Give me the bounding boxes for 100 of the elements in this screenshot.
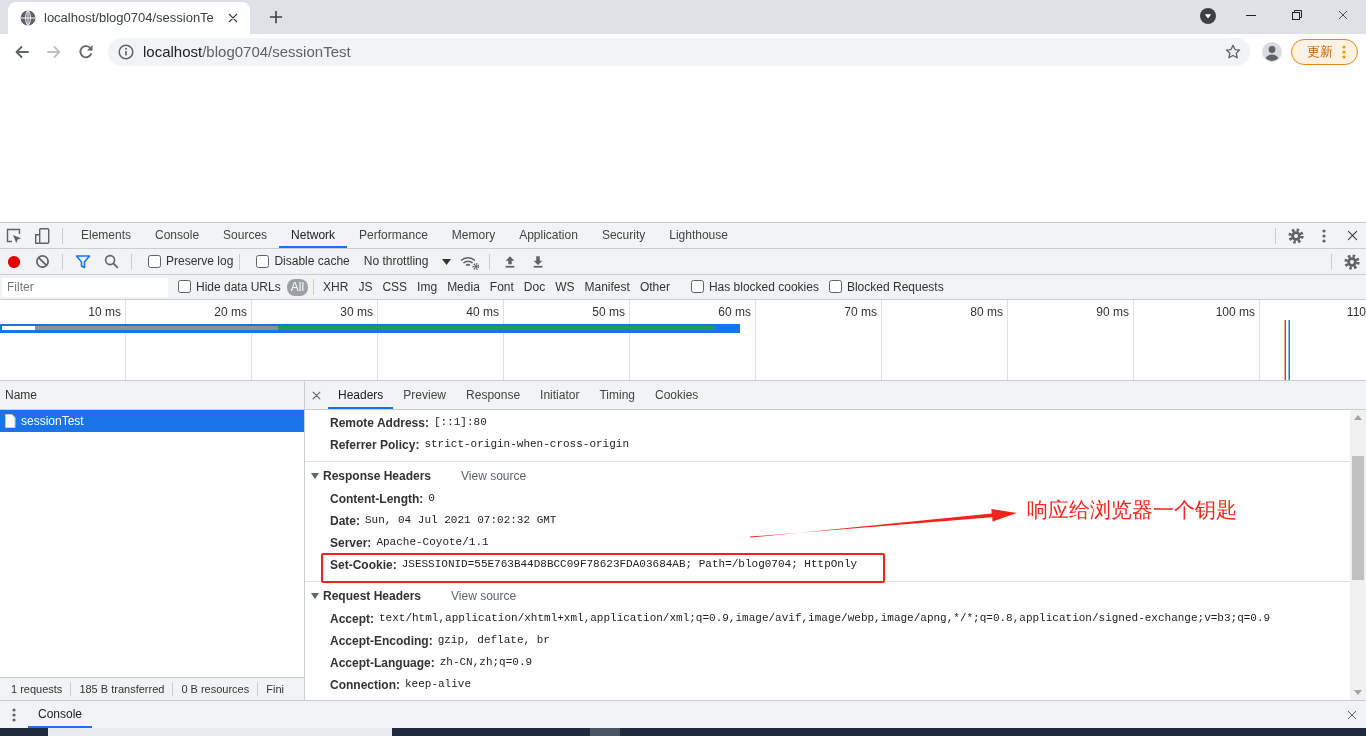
tick-label: 40 ms xyxy=(466,305,499,319)
checkbox[interactable] xyxy=(690,280,704,294)
header-name: Referrer Policy: xyxy=(330,437,420,453)
header-name: Accept-Language: xyxy=(330,655,435,671)
reload-icon[interactable] xyxy=(78,44,94,60)
panel-tab[interactable]: Console xyxy=(143,223,212,248)
annotation-text: 响应给浏览器一个钥匙 xyxy=(1027,497,1237,523)
panel-tab[interactable]: Application xyxy=(507,223,590,248)
device-icon[interactable] xyxy=(34,227,50,244)
type-filter[interactable]: Doc xyxy=(519,278,550,296)
header-name: Accept-Encoding: xyxy=(330,633,433,649)
throttling-select[interactable]: No throttling xyxy=(359,249,456,274)
header-name: Connection: xyxy=(330,677,400,693)
domcontent-marker-line xyxy=(1288,320,1290,380)
tab-search-icon[interactable] xyxy=(1200,8,1216,24)
info-icon[interactable] xyxy=(118,44,134,60)
close-icon[interactable] xyxy=(312,390,321,400)
request-row[interactable]: sessionTest xyxy=(0,410,304,432)
header-name: Date: xyxy=(330,513,360,529)
checkbox-label: Hide data URLs xyxy=(196,279,281,295)
header-value: text/html,application/xhtml+xml,application/xml;q=0.9,image/avif,image/webp,image/apng,*/*;q=0.8,application/signed-exchange;v=b3;q=0.9 xyxy=(379,612,1271,626)
close-icon[interactable] xyxy=(1347,709,1357,720)
detail-tab[interactable]: Cookies xyxy=(645,381,709,409)
status-text: 0 B resources xyxy=(172,682,258,696)
type-filter[interactable]: Manifest xyxy=(580,278,634,296)
url-text: localhost/blog0704/sessionTest xyxy=(143,43,351,61)
caret-icon xyxy=(442,258,452,265)
type-filter[interactable]: WS xyxy=(551,278,579,296)
panel-tab[interactable]: Performance xyxy=(347,223,440,248)
checkbox-label: Blocked Requests xyxy=(846,279,944,295)
checkbox[interactable] xyxy=(148,255,161,268)
header-name: Server: xyxy=(330,535,372,551)
profile-icon[interactable] xyxy=(1262,42,1282,62)
header-name: Content-Length: xyxy=(330,491,424,507)
inspect-icon[interactable] xyxy=(6,227,22,244)
view-source-link[interactable]: View source xyxy=(461,468,527,484)
tick-label: 90 ms xyxy=(1096,305,1129,319)
type-filter[interactable]: Media xyxy=(443,278,484,296)
panel-tab[interactable]: Security xyxy=(589,223,658,248)
panel-tab[interactable]: Elements xyxy=(69,223,144,248)
settings-icon[interactable] xyxy=(1288,227,1304,244)
scrollbar-thumb[interactable] xyxy=(1352,456,1364,580)
status-text: 185 B transferred xyxy=(70,682,173,696)
detail-tab[interactable]: Timing xyxy=(589,381,645,409)
filter-icon[interactable] xyxy=(75,253,91,270)
checkbox[interactable] xyxy=(828,280,842,294)
panel-tab[interactable]: Lighthouse xyxy=(657,223,740,248)
kebab-icon[interactable] xyxy=(1322,228,1326,243)
panel-tab[interactable]: Memory xyxy=(439,223,508,248)
section-title[interactable]: Request Headers xyxy=(311,588,422,604)
close-icon[interactable] xyxy=(228,13,238,23)
type-filter[interactable]: XHR xyxy=(319,278,353,296)
status-text: Fini xyxy=(257,682,292,696)
search-icon[interactable] xyxy=(103,254,119,269)
detail-tab[interactable]: Response xyxy=(456,381,531,409)
header-value: [::1]:80 xyxy=(433,416,487,430)
type-filter[interactable]: Img xyxy=(413,278,442,296)
column-header[interactable]: Name xyxy=(0,381,304,410)
type-filter[interactable]: JS xyxy=(354,278,377,296)
header-name: Accept: xyxy=(330,611,374,627)
detail-tab[interactable]: Initiator xyxy=(530,381,590,409)
close-icon[interactable] xyxy=(1338,10,1348,20)
scrollbar[interactable] xyxy=(1350,410,1366,700)
panel-tab[interactable]: Sources xyxy=(211,223,280,248)
filter-field[interactable]: Filter xyxy=(2,277,168,297)
address-bar[interactable]: localhost/blog0704/sessionTest xyxy=(108,38,1250,66)
type-filter[interactable]: CSS xyxy=(378,278,412,296)
new-tab-icon[interactable] xyxy=(269,10,283,24)
checkbox-label: Preserve log xyxy=(166,254,234,269)
record-icon[interactable] xyxy=(7,254,21,269)
type-filter[interactable]: Font xyxy=(485,278,518,296)
detail-tab[interactable]: Preview xyxy=(393,381,457,409)
view-source-link[interactable]: View source xyxy=(451,588,517,604)
tick-label: 80 ms xyxy=(970,305,1003,319)
header-value: Apache-Coyote/1.1 xyxy=(376,536,489,550)
browser-tab[interactable]: localhost/blog0704/sessionTe xyxy=(8,2,250,34)
load-marker-line xyxy=(1284,320,1286,380)
close-icon[interactable] xyxy=(1346,230,1358,241)
checkbox[interactable] xyxy=(178,280,191,294)
checkbox-label: Has blocked cookies xyxy=(708,279,819,295)
header-value: gzip, deflate, br xyxy=(437,634,550,648)
update-button[interactable]: 更新 xyxy=(1291,39,1358,65)
clear-icon[interactable] xyxy=(34,254,50,269)
checkbox[interactable] xyxy=(256,255,270,268)
settings-icon[interactable] xyxy=(1344,253,1360,270)
header-value: Sun, 04 Jul 2021 07:02:32 GMT xyxy=(365,514,557,528)
section-title[interactable]: Response Headers xyxy=(311,468,432,484)
globe-icon xyxy=(20,10,36,26)
header-value: zh-CN,zh;q=0.9 xyxy=(439,656,533,670)
kebab-icon[interactable] xyxy=(12,707,16,722)
tick-label: 60 ms xyxy=(718,305,751,319)
header-value: strict-origin-when-cross-origin xyxy=(424,438,629,452)
star-icon[interactable] xyxy=(1225,44,1241,60)
header-value: 0 xyxy=(428,492,435,506)
type-filter[interactable]: Other xyxy=(635,278,674,296)
tick-label: 30 ms xyxy=(340,305,373,319)
detail-tab[interactable]: Headers xyxy=(328,381,394,409)
kebab-icon xyxy=(1342,45,1346,59)
back-arrow-icon[interactable] xyxy=(14,44,30,60)
restore-icon[interactable] xyxy=(1292,10,1302,20)
